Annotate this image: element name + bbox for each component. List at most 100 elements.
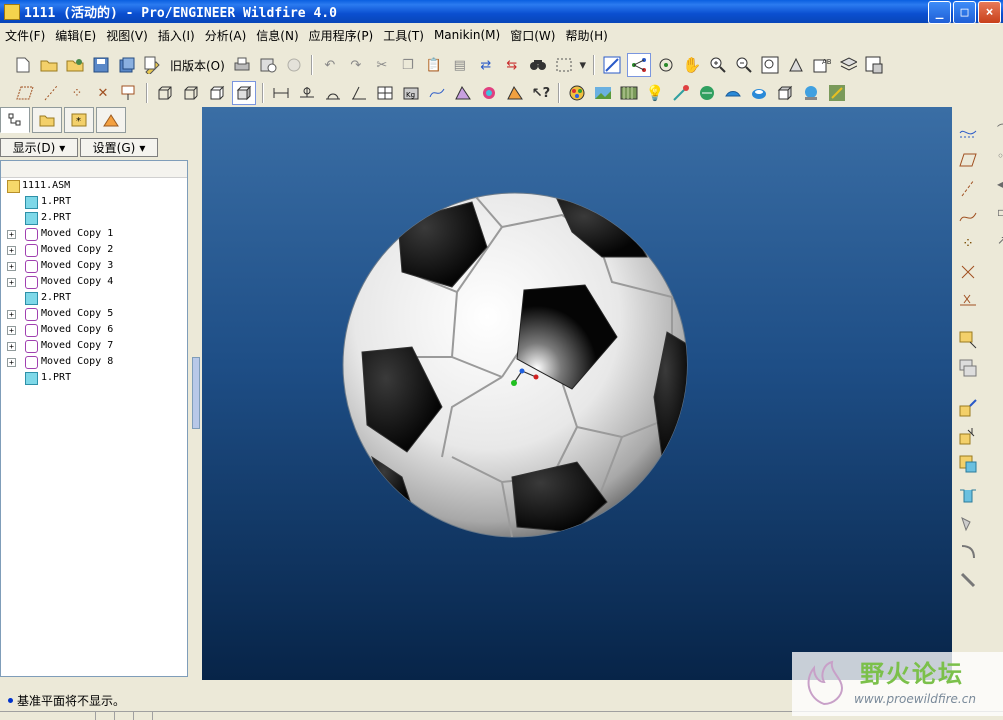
assemble-icon[interactable] [957,329,979,351]
spin-center-icon[interactable] [626,53,651,77]
print-icon[interactable] [231,54,253,76]
datum-plane-icon[interactable] [957,149,979,171]
render-window-icon[interactable] [696,82,718,104]
tree-row[interactable]: 1.PRT [1,194,187,210]
expand-toggle-icon[interactable]: + [7,310,16,319]
menu-view[interactable]: 视图(V) [101,27,153,44]
send-mail-attach-icon[interactable] [283,54,305,76]
toolbar-overflow-4[interactable]: ▫ [997,205,1003,227]
menu-insert[interactable]: 插入(I) [153,27,200,44]
settings-dropdown[interactable]: 设置(G) ▾ [80,138,158,157]
select-dropdown-icon[interactable]: ▾ [579,54,587,76]
toolbar-overflow-1[interactable]: ⌒ [997,121,1003,143]
expand-toggle-icon[interactable]: + [7,326,16,335]
find-icon[interactable] [527,54,549,76]
menu-tools[interactable]: 工具(T) [378,27,429,44]
datum-point-display-icon[interactable]: ⁘ [66,82,88,104]
tab-folder-browser[interactable] [32,107,62,133]
appearance-icon[interactable] [566,82,588,104]
graphics-window[interactable] [202,107,952,680]
save-icon[interactable] [90,54,112,76]
menu-edit[interactable]: 编辑(E) [50,27,101,44]
send-mail-icon[interactable] [257,54,279,76]
sketch-datum-curve-icon[interactable] [957,121,979,143]
tree-row[interactable]: + Moved Copy 4 [1,274,187,290]
hole-icon[interactable] [957,513,979,535]
expand-toggle-icon[interactable]: + [7,278,16,287]
expand-toggle-icon[interactable]: + [7,230,16,239]
repaint-icon[interactable] [601,54,623,76]
pan-hand-icon[interactable]: ✋ [681,54,703,76]
annotation-display-icon[interactable] [118,82,140,104]
tree-row[interactable]: 1.PRT [1,370,187,386]
undo-icon[interactable]: ↶ [319,54,341,76]
minimize-button[interactable]: _ [928,1,951,24]
tab-favorites[interactable]: * [64,107,94,133]
menu-window[interactable]: 窗口(W) [505,27,560,44]
old-version-button[interactable]: 旧版本(O) [170,57,225,74]
draft-analysis-icon[interactable] [504,82,526,104]
select-box-icon[interactable] [553,54,575,76]
mass-properties-icon[interactable]: Kg [400,82,422,104]
menu-file[interactable]: 文件(F) [0,27,50,44]
measure-diameter-icon[interactable] [374,82,396,104]
datum-plane-display-icon[interactable] [14,82,36,104]
splitter-grip[interactable] [192,357,200,429]
soccer-ball-model[interactable] [202,107,952,680]
toolbar-overflow-5[interactable]: ↗ [997,233,1003,255]
tab-connections[interactable] [96,107,126,133]
csys-display-icon[interactable]: ✕ [92,82,114,104]
open-folder-icon[interactable] [38,54,60,76]
surface-analysis-icon[interactable] [452,82,474,104]
measure-length-icon[interactable] [296,82,318,104]
show-dropdown[interactable]: 显示(D) ▾ [0,138,78,157]
effects-icon[interactable] [722,82,744,104]
photolux-icon[interactable] [800,82,822,104]
saved-views-icon[interactable]: AB [811,54,833,76]
redo-icon[interactable]: ↷ [345,54,367,76]
no-hidden-icon[interactable] [206,82,228,104]
zoom-in-icon[interactable] [707,54,729,76]
tree-row[interactable]: + Moved Copy 3 [1,258,187,274]
panel-splitter[interactable] [189,107,201,677]
measure-angle-icon[interactable] [322,82,344,104]
wireframe-icon[interactable] [154,82,176,104]
reorient-icon[interactable] [785,54,807,76]
repeat-component-icon[interactable] [957,453,979,475]
copy-icon[interactable]: ❐ [397,54,419,76]
datum-csys-icon[interactable] [957,261,979,283]
tab-model-tree[interactable] [0,107,30,133]
expand-toggle-icon[interactable]: + [7,246,16,255]
new-file-icon[interactable] [12,54,34,76]
datum-axis-icon[interactable] [957,177,979,199]
datum-axis-display-icon[interactable] [40,82,62,104]
measure-distance-icon[interactable] [270,82,292,104]
tree-row[interactable]: 1111.ASM [1,178,187,194]
create-component-icon[interactable] [957,357,979,379]
perspective-icon[interactable] [748,82,770,104]
menu-info[interactable]: 信息(N) [251,27,303,44]
expand-toggle-icon[interactable]: + [7,358,16,367]
extrude-cut-icon[interactable] [957,485,979,507]
tree-row[interactable]: + Moved Copy 5 [1,306,187,322]
refit-icon[interactable] [759,54,781,76]
regenerate-icon[interactable]: ⇄ [475,54,497,76]
menu-manikin[interactable]: Manikin(M) [429,28,505,42]
close-button[interactable]: × [978,1,1001,24]
round-icon[interactable] [957,541,979,563]
zoom-out-icon[interactable] [733,54,755,76]
render-settings-icon[interactable] [826,82,848,104]
layers-icon[interactable] [837,54,859,76]
toolbar-overflow-2[interactable]: ◦ [997,149,1003,171]
lights-icon[interactable]: 💡 [644,82,666,104]
chamfer-icon[interactable] [957,569,979,591]
scene-icon[interactable] [592,82,614,104]
datum-curve-icon[interactable] [957,205,979,227]
render-setup-icon[interactable] [774,82,796,104]
view-manager-icon[interactable] [863,54,885,76]
datum-point-icon[interactable]: ⁘ [957,233,979,255]
pattern-icon[interactable] [957,397,979,419]
maximize-button[interactable]: □ [953,1,976,24]
tree-row[interactable]: + Moved Copy 8 [1,354,187,370]
tree-row[interactable]: 2.PRT [1,210,187,226]
